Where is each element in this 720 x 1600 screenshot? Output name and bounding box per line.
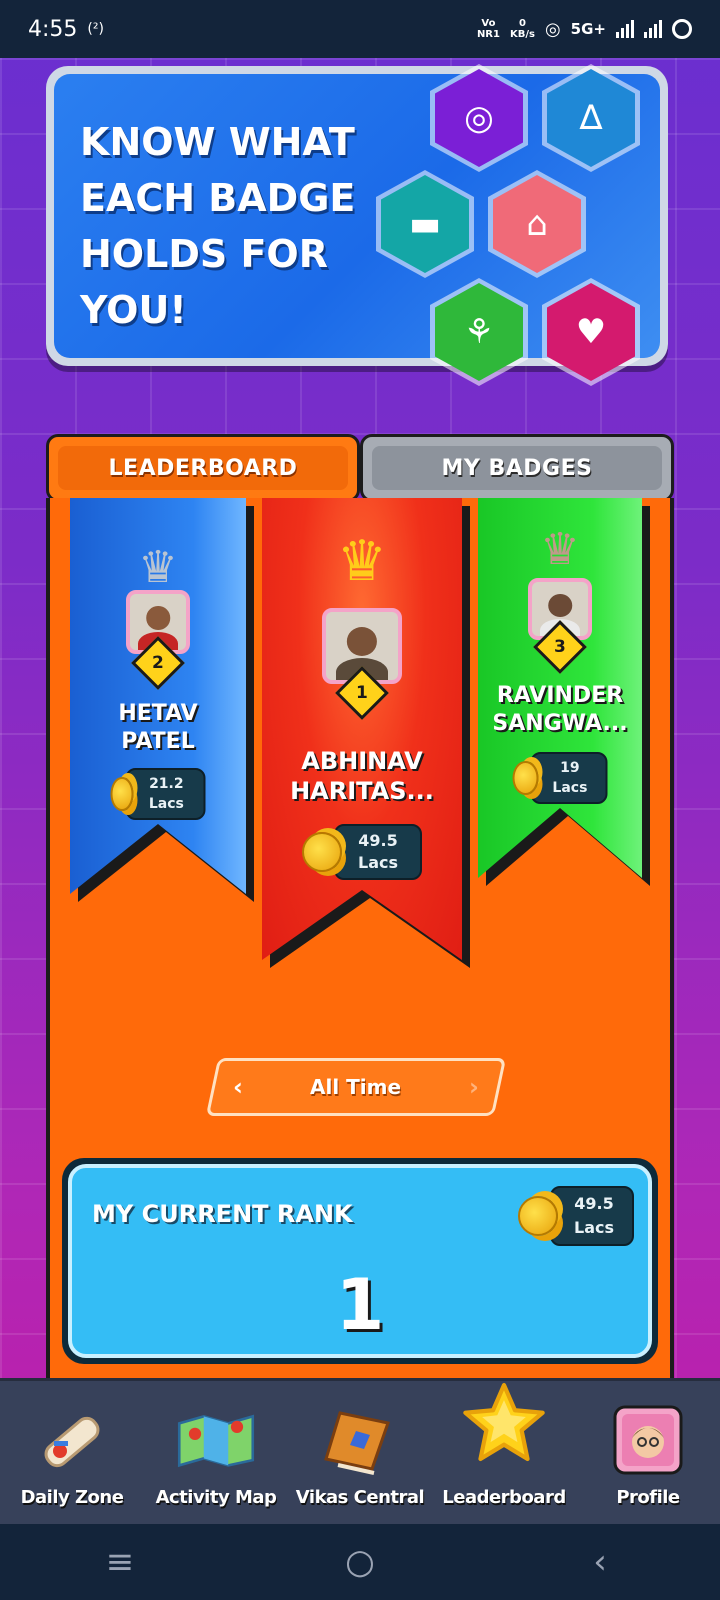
coin-icon [110,777,134,811]
time-filter[interactable]: ‹ All Time › [205,1058,507,1116]
train-icon[interactable]: ▬ [376,170,474,278]
status-bar: 4:55 (²) Vo NR1 0 KB/s ◎ 5G+ [0,0,720,58]
current-rank-value: 1 [335,1264,385,1346]
network-type: 5G+ [570,20,606,38]
time-filter-label: All Time [310,1075,402,1099]
coins-second: 21.2 Lacs [110,768,206,820]
nav-label-vikas-central: Vikas Central [295,1487,425,1508]
tab-leaderboard[interactable]: LEADERBOARD [46,434,360,502]
time-filter-next-button[interactable]: › [469,1073,479,1101]
banner-panel: KNOW WHAT EACH BADGE HOLDS FOR YOU! ◎ ∆ ▬ ⌂… [54,64,660,386]
nav-activity-map[interactable]: Activity Map [144,1403,288,1508]
amount-third: 19 Lacs [530,752,608,804]
current-rank-coins: 49.5 Lacs [518,1186,634,1246]
wifi-calling-icon: ◎ [544,18,561,40]
nav-leaderboard[interactable]: Leaderboard [432,1382,576,1508]
back-icon[interactable]: ‹ [560,1542,640,1582]
tab-my-badges-label: MY BADGES [372,446,662,490]
tab-leaderboard-label: LEADERBOARD [58,446,348,490]
badge-info-banner[interactable]: KNOW WHAT EACH BADGE HOLDS FOR YOU! ◎ ∆ ▬ ⌂… [46,64,668,386]
battery-icon [672,19,692,39]
nav-label-daily-zone: Daily Zone [20,1487,124,1508]
bottom-navigation: Daily Zone Activity Map Vikas Central Le… [0,1378,720,1524]
nav-label-profile: Profile [616,1487,680,1508]
recent-apps-icon[interactable]: ≡ [80,1542,160,1582]
network-speed: 0 KB/s [509,18,535,40]
nav-label-activity-map: Activity Map [155,1487,277,1508]
avatar-icon [606,1403,690,1477]
signal-icon-sim2 [644,20,662,38]
podium-first[interactable]: ♛ 1 ABHINAV HARITAS... 49.5 Lacs [262,498,462,960]
book-icon [318,1403,402,1477]
nav-label-leaderboard: Leaderboard [442,1487,566,1508]
volte-indicator: Vo NR1 [476,18,500,40]
podium-second[interactable]: ♛ 2 HETAV PATEL 21.2 Lacs [70,498,246,894]
coin-icon [512,761,539,795]
banner-headline: KNOW WHAT EACH BADGE HOLDS FOR YOU! [80,120,356,332]
school-icon[interactable]: ⌂ [488,170,586,278]
my-current-rank-card: MY CURRENT RANK 49.5 Lacs 1 [62,1158,658,1364]
silver-crown-icon: ♛ [138,542,178,593]
time-filter-prev-button[interactable]: ‹ [233,1073,243,1101]
coin-icon [518,1196,558,1236]
globe-icon[interactable]: ◎ [430,64,528,172]
podium-third[interactable]: ♛ 3 RAVINDER SANGWA... 19 Lacs [478,498,642,878]
signal-icon [616,20,634,38]
hotspot-icon: (²) [87,21,104,37]
coin-icon [302,832,342,872]
water-tap-icon[interactable]: ∆ [542,64,640,172]
player-name-third: RAVINDER SANGWA... [492,683,628,736]
amount-first: 49.5 Lacs [334,824,422,880]
status-indicators: Vo NR1 0 KB/s ◎ 5G+ [477,18,692,40]
bronze-crown-icon: ♛ [540,524,580,575]
player-name-second: HETAV PATEL [118,701,198,754]
nav-profile[interactable]: Profile [576,1403,720,1508]
status-time: 4:55 [28,16,78,42]
system-navigation-bar: ≡ ○ ‹ [0,1524,720,1600]
current-rank-title: MY CURRENT RANK [92,1200,353,1228]
amount-second: 21.2 Lacs [125,768,206,820]
current-rank-amount: 49.5 Lacs [550,1186,634,1246]
nav-daily-zone[interactable]: Daily Zone [0,1403,144,1508]
map-icon [174,1403,258,1477]
nav-vikas-central[interactable]: Vikas Central [288,1403,432,1508]
coins-first: 49.5 Lacs [302,824,422,880]
tab-my-badges[interactable]: MY BADGES [360,434,674,502]
gold-crown-icon: ♛ [336,529,388,594]
star-icon [462,1382,546,1462]
player-name-first: ABHINAV HARITAS... [290,747,434,805]
scroll-icon [30,1403,114,1477]
coins-third: 19 Lacs [512,752,608,804]
home-icon[interactable]: ○ [320,1542,400,1582]
